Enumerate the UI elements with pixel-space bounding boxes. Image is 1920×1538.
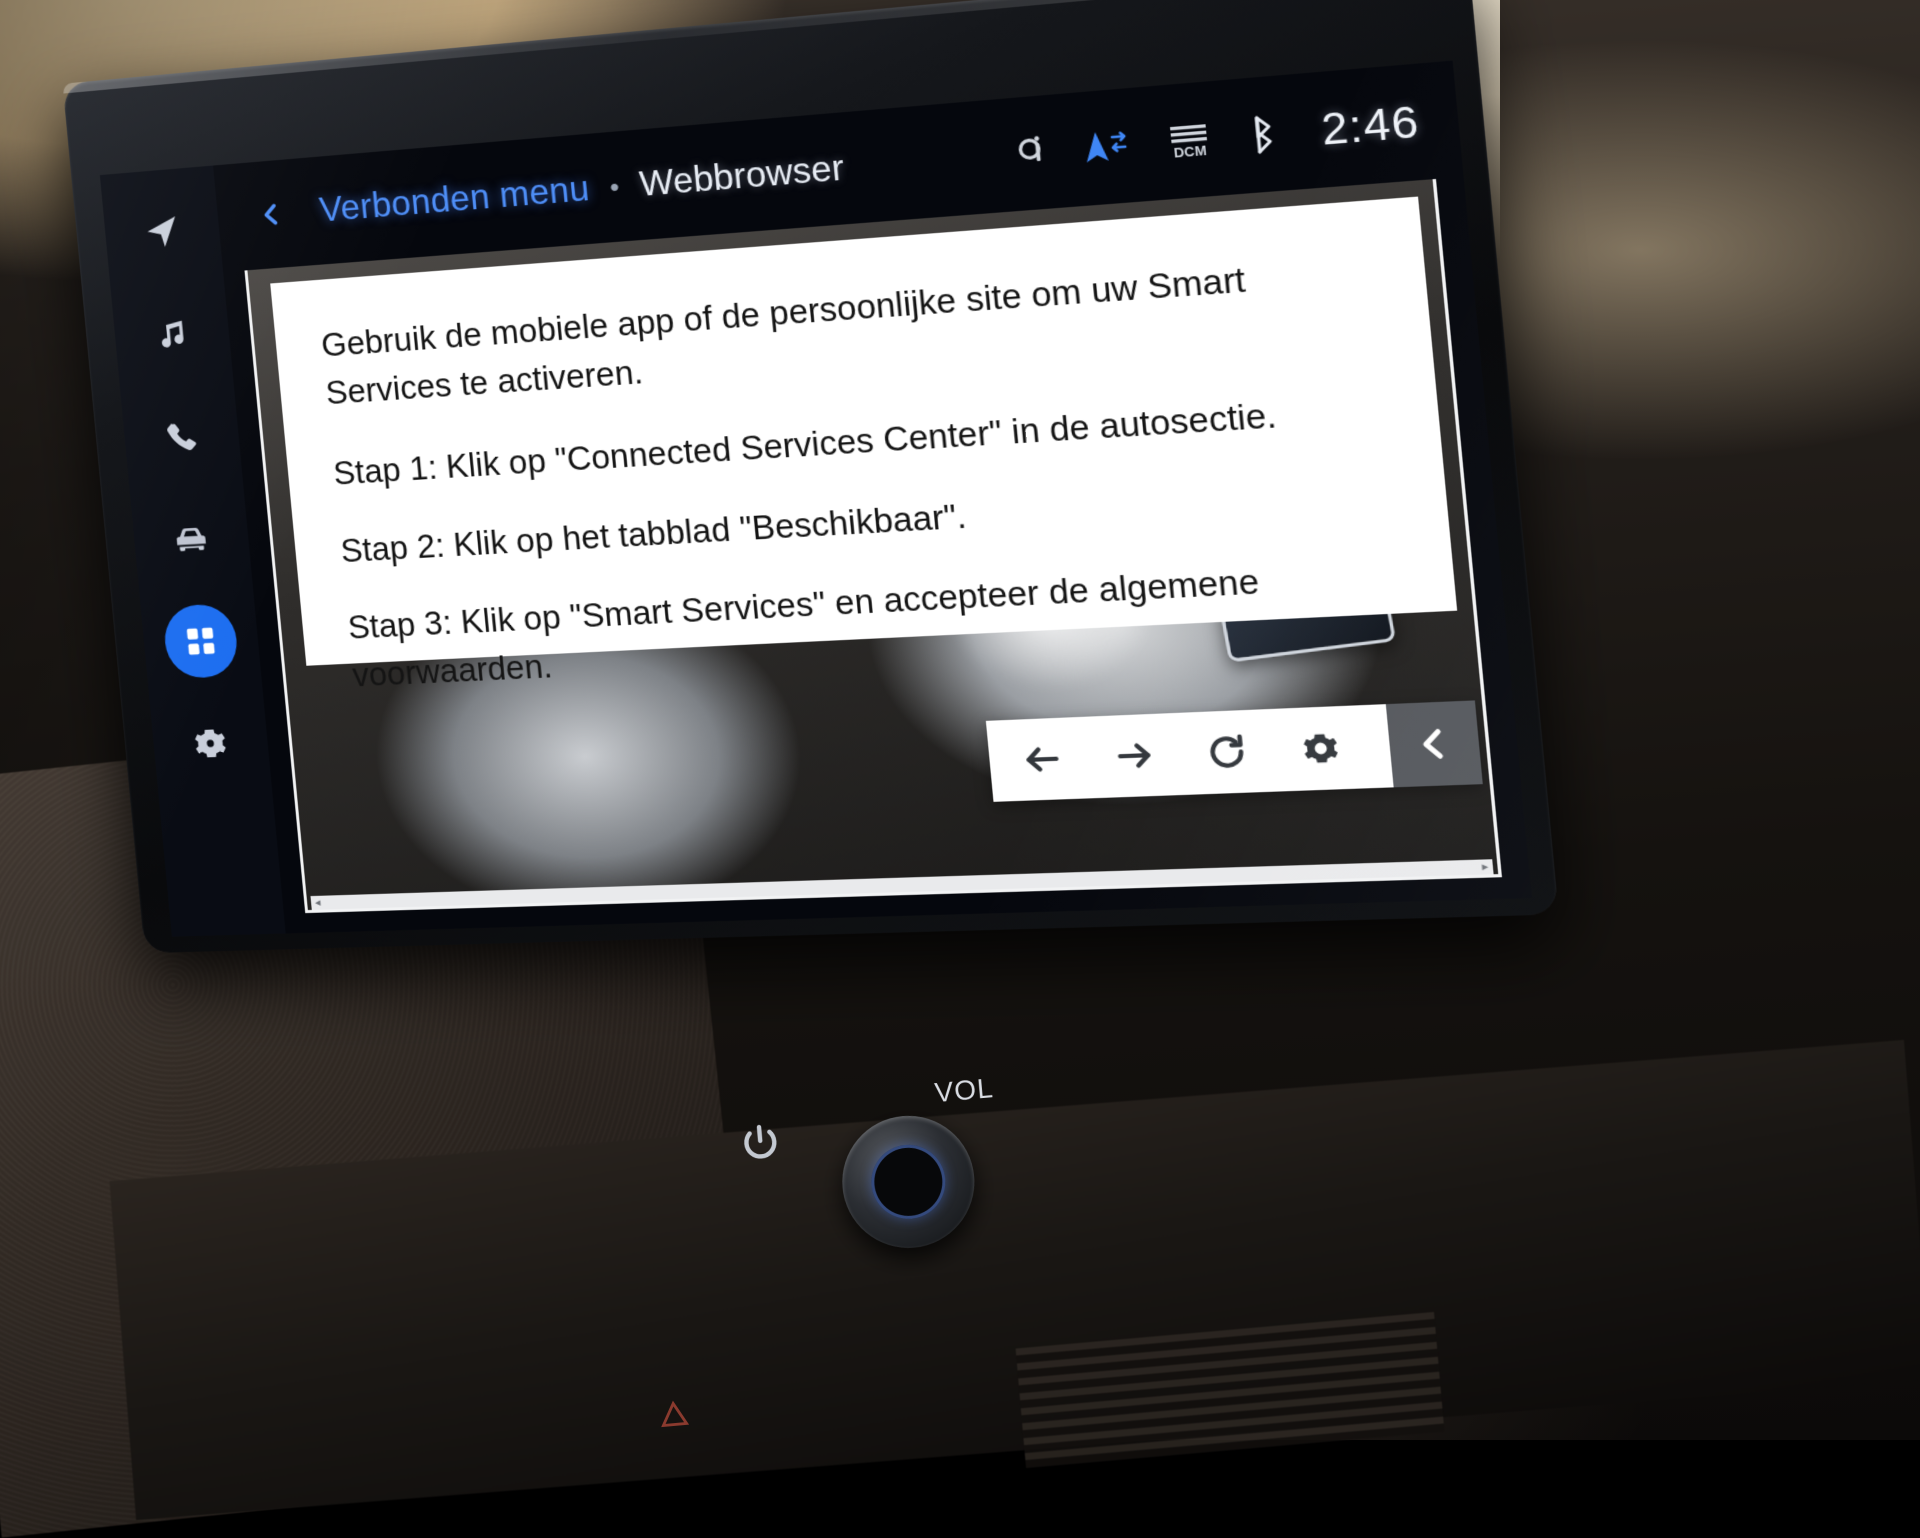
- status-clock: 2:46: [1319, 96, 1421, 155]
- power-button[interactable]: [737, 1119, 785, 1167]
- breadcrumb-primary[interactable]: Verbonden menu: [318, 169, 592, 231]
- music-note-icon: [151, 313, 193, 355]
- header-back-button[interactable]: [253, 196, 289, 232]
- browser-viewport: Gebruik de mobiele app of de persoonlijk…: [244, 170, 1502, 913]
- qi-wireless-charging-icon: [1010, 131, 1051, 176]
- arrow-right-icon: [1111, 735, 1156, 776]
- reload-icon: [1204, 731, 1250, 773]
- page-paragraph-intro: Gebruik de mobiele app of de persoonlijk…: [319, 246, 1377, 417]
- sidebar-item-navigatie[interactable]: Navigatie: [123, 193, 201, 271]
- gear-icon: [1298, 727, 1345, 769]
- hazard-light-indicator: [659, 1399, 689, 1427]
- browser-settings-button[interactable]: [1293, 723, 1349, 774]
- sidebar-item-media[interactable]: Media: [133, 295, 211, 373]
- hazard-triangle-icon: [659, 1399, 689, 1429]
- bluetooth-icon: [1245, 112, 1280, 157]
- infotainment-head-unit: Navigatie Media Telefoon Auto: [63, 0, 1559, 953]
- gear-icon: [189, 723, 231, 764]
- volume-label: VOL: [933, 1072, 995, 1109]
- status-icons: DCM 2:46: [1009, 96, 1421, 180]
- svg-text:DCM: DCM: [1173, 142, 1207, 161]
- car-icon: [170, 518, 212, 560]
- dcm-icon: DCM: [1163, 117, 1216, 163]
- arrow-left-icon: [1020, 739, 1065, 780]
- apps-grid-icon: [180, 621, 222, 662]
- power-icon: [737, 1119, 785, 1167]
- scrollbar-right-arrow[interactable]: ▸: [1481, 861, 1488, 873]
- collapse-toolbar-button[interactable]: [1386, 700, 1483, 787]
- sidebar-item-auto[interactable]: Auto: [152, 500, 230, 577]
- breadcrumb-separator: •: [608, 171, 620, 203]
- browser-reload-button[interactable]: [1199, 727, 1255, 778]
- browser-back-button[interactable]: [1015, 734, 1069, 784]
- scrollbar-left-arrow[interactable]: ◂: [315, 897, 321, 908]
- browser-forward-button[interactable]: [1107, 731, 1162, 781]
- screen-glass: Navigatie Media Telefoon Auto: [100, 61, 1532, 937]
- breadcrumb-secondary: Webbrowser: [638, 148, 846, 205]
- chevron-left-icon: [1413, 725, 1455, 763]
- sidebar-item-instellingen[interactable]: Instellingen: [171, 705, 249, 781]
- chevron-left-icon: [258, 201, 286, 229]
- navigation-data-icon: [1080, 126, 1134, 168]
- sidebar-item-apps[interactable]: Apps: [162, 603, 240, 679]
- sidebar-item-telefoon[interactable]: Telefoon: [143, 398, 221, 475]
- volume-knob[interactable]: [837, 1110, 980, 1253]
- navigation-arrow-icon: [141, 211, 183, 253]
- phone-icon: [160, 416, 202, 458]
